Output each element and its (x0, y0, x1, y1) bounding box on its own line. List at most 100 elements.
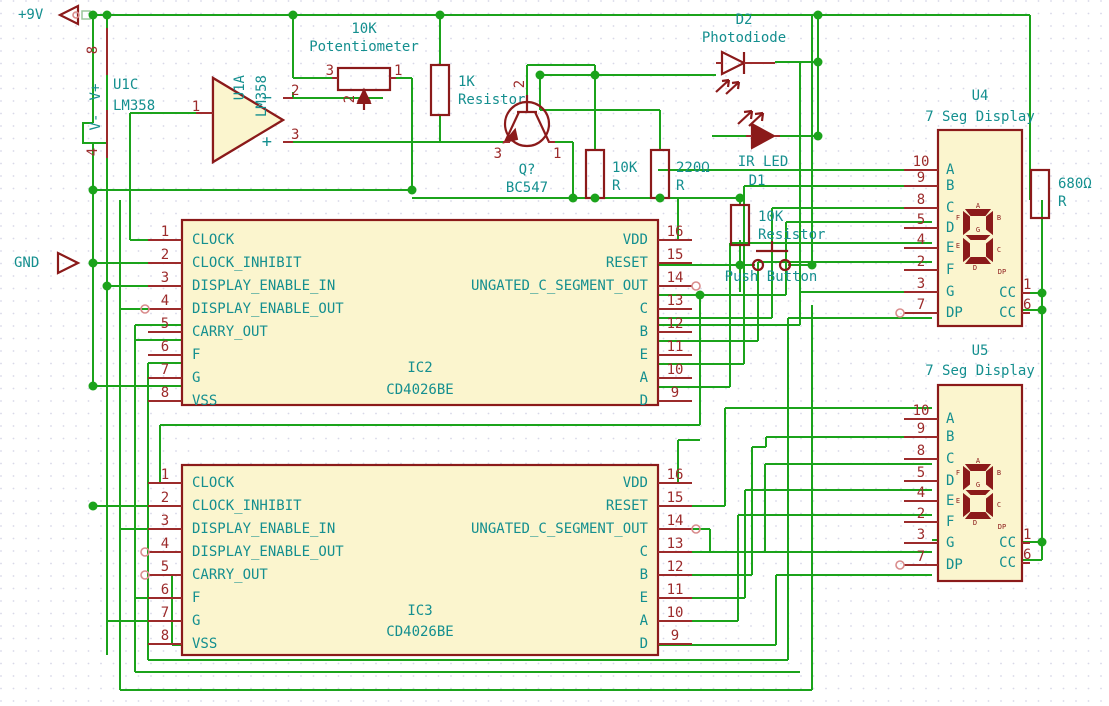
ic3-pin12-name: B (640, 567, 648, 583)
d1-value: IR LED (738, 154, 789, 170)
ic3-pin3-name: DISPLAY_ENABLE_IN (192, 521, 335, 537)
ic3-pin2-name: CLOCK_INHIBIT (192, 498, 302, 514)
ic2-pin4-number: 4 (161, 293, 169, 309)
u4-pin9-name: B (946, 178, 954, 194)
u1a-reference: U1A (232, 74, 248, 100)
ic3-pin9-number: 9 (671, 628, 679, 644)
ic3-pin4-name: DISPLAY_ENABLE_OUT (192, 544, 344, 560)
u4-pin9-number: 9 (917, 170, 925, 186)
ic2-pin5-name: CARRY_OUT (192, 324, 268, 340)
pot-pin2-number: 2 (342, 95, 358, 103)
ic2-pin15-number: 15 (667, 247, 684, 263)
u4-value: 7 Seg Display (925, 109, 1035, 125)
u4-pin8-name: C (946, 200, 954, 216)
ic2-value: CD4026BE (386, 382, 453, 398)
u1a-noninverting-sign: + (262, 132, 272, 152)
u1a-pin3-number: 3 (291, 127, 299, 143)
u5-pin2-name: F (946, 514, 954, 530)
ic2-pin9-number: 9 (671, 385, 679, 401)
ic3-value: CD4026BE (386, 624, 453, 640)
ic3-pin10-number: 10 (667, 605, 684, 621)
u1c-value: LM358 (113, 98, 155, 114)
push-button-label: Push Button (725, 269, 818, 285)
u4-pin4-name: E (946, 240, 954, 256)
u5-pin4-number: 4 (917, 485, 925, 501)
q1-value: BC547 (506, 180, 548, 196)
u5-seg-g-letter: G (976, 481, 980, 489)
pot-value: 10K (351, 21, 377, 37)
ic3-pin2-number: 2 (161, 490, 169, 506)
u5-seg-b-letter: B (997, 469, 1001, 477)
ic2-pin10-number: 10 (667, 362, 684, 378)
u4-pin7-name: DP (946, 305, 963, 321)
u1c-reference: U1C (113, 77, 138, 93)
ic2-pin1-name: CLOCK (192, 232, 235, 248)
d1-reference: D1 (749, 173, 766, 189)
u5-value: 7 Seg Display (925, 363, 1035, 379)
u5-pin3-name: G (946, 535, 954, 551)
u5-pin1-name: CC (999, 535, 1016, 551)
ic3-pin5-name: CARRY_OUT (192, 567, 268, 583)
r10k-pullup-name: Resistor (758, 227, 825, 243)
d2-reference: D2 (736, 12, 753, 28)
u5-reference: U5 (972, 343, 989, 359)
u1a-value: LM358 (254, 75, 270, 117)
u5-seg-c-letter: C (997, 501, 1001, 509)
ic2-pin12-number: 12 (667, 316, 684, 332)
ic3-pin1-name: CLOCK (192, 475, 235, 491)
ic3-pin1-number: 1 (161, 467, 169, 483)
ic2-pin9-name: D (640, 393, 648, 409)
ic2-pin14-name: UNGATED_C_SEGMENT_OUT (471, 278, 649, 294)
ic3-pin14-name: UNGATED_C_SEGMENT_OUT (471, 521, 649, 537)
u1c-pin4-number: 4 (85, 148, 101, 156)
u5-pin1-number: 1 (1023, 527, 1031, 543)
d2-value: Photodiode (702, 30, 786, 46)
r680-name: R (1058, 194, 1067, 210)
q1-emitter-pin-number: 3 (494, 146, 502, 162)
ic2-pin7-name: G (192, 370, 200, 386)
u4-pin5-name: D (946, 220, 954, 236)
r220-name: R (676, 178, 685, 194)
ic2-pin15-name: RESET (606, 255, 649, 271)
r10k-pullup-value: 10K (758, 209, 784, 225)
ic3-pin11-number: 11 (667, 582, 684, 598)
ic3-pin11-name: E (640, 590, 648, 606)
u5-pin5-number: 5 (917, 465, 925, 481)
u5-pin8-number: 8 (917, 443, 925, 459)
ic3-pin15-name: RESET (606, 498, 649, 514)
ic2-pin1-number: 1 (161, 224, 169, 240)
u5-pin9-name: B (946, 429, 954, 445)
u4-pin6-name: CC (999, 305, 1016, 321)
u4-seg-d-letter: D (973, 264, 977, 272)
u4-pin5-number: 5 (917, 212, 925, 228)
ic2-pin3-number: 3 (161, 270, 169, 286)
symbol-u4-7seg-display[interactable]: U4 7 Seg Display A B C D E F G DP (925, 88, 1035, 328)
ic2-pin5-number: 5 (161, 316, 169, 332)
ic3-pin5-number: 5 (161, 559, 169, 575)
u5-seg-dp-letter: DP (998, 523, 1006, 531)
schematic-canvas: +9V GND 8 V+ V- 4 U1C LM358 1 2 3 − + U1… (0, 0, 1109, 706)
u4-pin10-number: 10 (913, 154, 930, 170)
ic2-pin2-name: CLOCK_INHIBIT (192, 255, 302, 271)
u1c-pin8-number: 8 (85, 46, 101, 54)
ic2-pin11-name: E (640, 347, 648, 363)
ic3-pin4-number: 4 (161, 536, 169, 552)
u1c-pin8-name: V+ (88, 84, 104, 101)
ic2-pin10-name: A (640, 370, 649, 386)
ic3-pin16-name: VDD (623, 475, 648, 491)
u5-pin3-number: 3 (917, 527, 925, 543)
r220-value: 220Ω (676, 160, 710, 176)
u4-seg-f-letter: F (956, 214, 960, 222)
ic3-pin3-number: 3 (161, 513, 169, 529)
u5-pin7-name: DP (946, 557, 963, 573)
ic2-pin3-name: DISPLAY_ENABLE_IN (192, 278, 335, 294)
symbol-ic3-cd4026be[interactable]: IC3 CD4026BE (180, 463, 660, 657)
u4-seg-e-letter: E (956, 242, 960, 250)
u1a-pin1-number: 1 (192, 99, 200, 115)
u4-seg-c-letter: C (997, 246, 1001, 254)
symbol-u5-7seg-display[interactable]: U5 7 Seg Display A B C D E F G DP (925, 343, 1035, 583)
u1a-pin2-number: 2 (291, 83, 299, 99)
r10k-coll-name: R (612, 178, 621, 194)
ic3-pin14-number: 14 (667, 513, 684, 529)
ic3-pin6-name: F (192, 590, 200, 606)
